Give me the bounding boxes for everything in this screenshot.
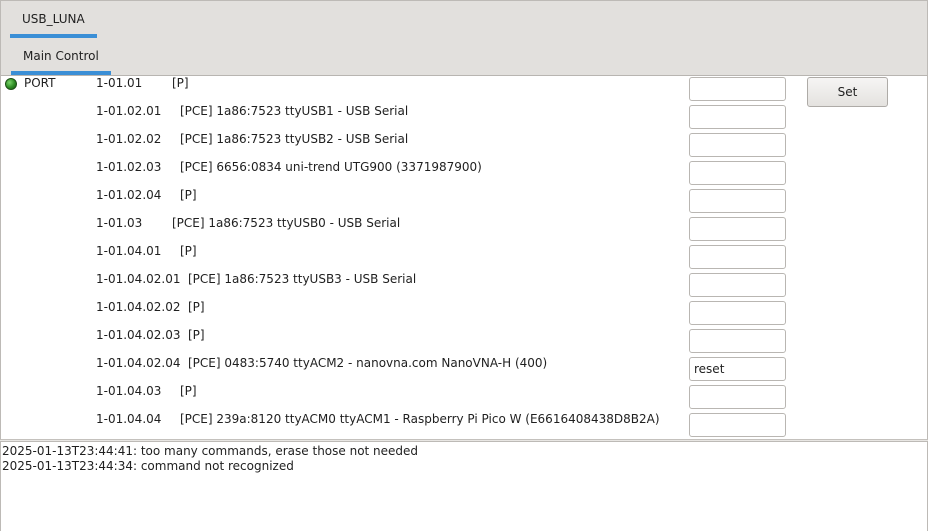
port-command-input[interactable] [689, 77, 786, 101]
active-tab-indicator [11, 71, 111, 75]
port-id: 1-01.04.04 [96, 412, 162, 426]
port-row: 1-01.04.01 [P] [1, 244, 927, 272]
port-row: 1-01.04.03 [P] [1, 384, 927, 412]
port-id: 1-01.01 [96, 76, 143, 90]
port-id: 1-01.02.01 [96, 104, 162, 118]
port-description: [PCE] 6656:0834 uni-trend UTG900 (337198… [180, 160, 482, 174]
port-row: 1-01.03 [PCE] 1a86:7523 ttyUSB0 - USB Ser… [1, 216, 927, 244]
port-command-input[interactable] [689, 217, 786, 241]
log-panel: 2025-01-13T23:44:41: too many commands, … [0, 441, 928, 531]
port-id: 1-01.03 [96, 216, 143, 230]
port-row: 1-01.04.02.02 [P] [1, 300, 927, 328]
port-description: [PCE] 1a86:7523 ttyUSB0 - USB Serial [172, 216, 401, 230]
port-description: [PCE] 239a:8120 ttyACM0 ttyACM1 - Raspbe… [180, 412, 660, 426]
port-command-input[interactable] [689, 273, 786, 297]
sub-tab-bar: Main Control [0, 38, 928, 76]
log-line: 2025-01-13T23:44:41: too many commands, … [2, 444, 419, 458]
tab-main-control[interactable]: Main Control [11, 38, 111, 75]
window-tab-bar: USB_LUNA [0, 0, 928, 39]
port-command-input[interactable] [689, 133, 786, 157]
port-id: 1-01.04.02.03 [96, 328, 181, 342]
port-command-input[interactable] [689, 189, 786, 213]
port-id: 1-01.04.03 [96, 384, 162, 398]
port-row: 1-01.02.04 [P] [1, 188, 927, 216]
port-id: 1-01.02.04 [96, 188, 162, 202]
port-description: [P] [188, 300, 205, 314]
port-command-input[interactable] [689, 357, 786, 381]
port-command-input[interactable] [689, 161, 786, 185]
port-id: 1-01.04.01 [96, 244, 162, 258]
port-command-input[interactable] [689, 301, 786, 325]
port-row: 1-01.02.03 [PCE] 6656:0834 uni-trend UTG9… [1, 160, 927, 188]
port-description: [P] [180, 384, 197, 398]
port-description: [P] [188, 328, 205, 342]
port-description: [P] [172, 76, 189, 90]
port-id: 1-01.02.02 [96, 132, 162, 146]
port-command-input[interactable] [689, 105, 786, 129]
tab-label: USB_LUNA [22, 12, 85, 26]
port-command-input[interactable] [689, 413, 786, 437]
tab-usb-luna[interactable]: USB_LUNA [10, 1, 97, 38]
port-id: 1-01.04.02.04 [96, 356, 181, 370]
port-description: [P] [180, 244, 197, 258]
port-description: [PCE] 1a86:7523 ttyUSB1 - USB Serial [180, 104, 409, 118]
port-description: [P] [180, 188, 197, 202]
port-id: 1-01.04.02.01 [96, 272, 181, 286]
port-row: 1-01.04.02.03 [P] [1, 328, 927, 356]
port-id: 1-01.04.02.02 [96, 300, 181, 314]
port-row: 1-01.04.04 [PCE] 239a:8120 ttyACM0 ttyACM… [1, 412, 927, 440]
port-row: 1-01.04.02.01 [PCE] 1a86:7523 ttyUSB3 - U… [1, 272, 927, 300]
port-description: [PCE] 0483:5740 ttyACM2 - nanovna.com Na… [188, 356, 548, 370]
tab-label: Main Control [23, 49, 99, 63]
port-command-input[interactable] [689, 385, 786, 409]
port-description: [PCE] 1a86:7523 ttyUSB3 - USB Serial [188, 272, 417, 286]
port-description: [PCE] 1a86:7523 ttyUSB2 - USB Serial [180, 132, 409, 146]
port-command-input[interactable] [689, 329, 786, 353]
port-command-input[interactable] [689, 245, 786, 269]
port-row: 1-01.02.01 [PCE] 1a86:7523 ttyUSB1 - USB … [1, 104, 927, 132]
port-id: 1-01.02.03 [96, 160, 162, 174]
port-row: 1-01.04.02.04 [PCE] 0483:5740 ttyACM2 - n… [1, 356, 927, 384]
port-row: 1-01.02.02 [PCE] 1a86:7523 ttyUSB2 - USB … [1, 132, 927, 160]
main-control-panel: PORT Set 1-01.01 [P] 1-01.02.01 [PCE] 1a86:… [0, 76, 928, 440]
port-row: 1-01.01 [P] [1, 76, 927, 104]
log-line: 2025-01-13T23:44:34: command not recogni… [2, 459, 294, 473]
